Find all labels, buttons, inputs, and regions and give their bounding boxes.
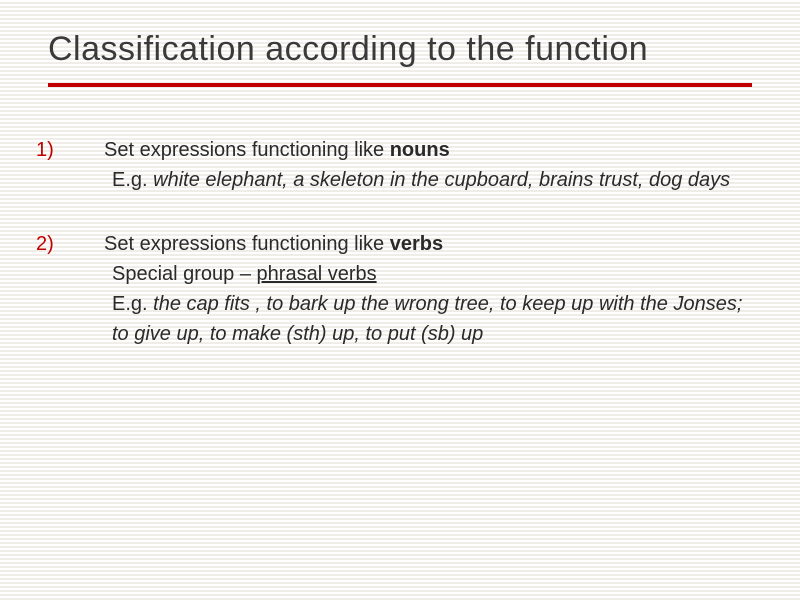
example-label: E.g. <box>112 293 153 315</box>
item-number: 1) <box>74 135 104 165</box>
item-heading: 1)Set expressions functioning like nouns <box>112 135 752 165</box>
title-underline <box>48 83 752 87</box>
item-head-bold: verbs <box>390 233 443 255</box>
example-text: the cap fits , to bark up the wrong tree… <box>112 293 742 345</box>
example-text: white elephant, a skeleton in the cupboa… <box>153 169 730 191</box>
list-item: 1)Set expressions functioning like nouns… <box>74 135 752 195</box>
item-subgroup: Special group – phrasal verbs <box>112 259 752 289</box>
item-example: E.g. the cap fits , to bark up the wrong… <box>112 289 752 349</box>
item-example: E.g. white elephant, a skeleton in the c… <box>112 165 752 195</box>
example-label: E.g. <box>112 169 153 191</box>
content-area: 1)Set expressions functioning like nouns… <box>48 135 752 349</box>
subgroup-pre: Special group – <box>112 263 257 285</box>
slide: Classification according to the function… <box>0 0 800 600</box>
item-head-pre: Set expressions functioning like <box>104 139 390 161</box>
item-heading: 2)Set expressions functioning like verbs <box>112 229 752 259</box>
subgroup-underline: phrasal verbs <box>257 263 377 285</box>
item-number: 2) <box>74 229 104 259</box>
slide-title: Classification according to the function <box>48 28 752 71</box>
item-head-bold: nouns <box>390 139 450 161</box>
item-head-pre: Set expressions functioning like <box>104 233 390 255</box>
list-item: 2)Set expressions functioning like verbs… <box>74 229 752 349</box>
